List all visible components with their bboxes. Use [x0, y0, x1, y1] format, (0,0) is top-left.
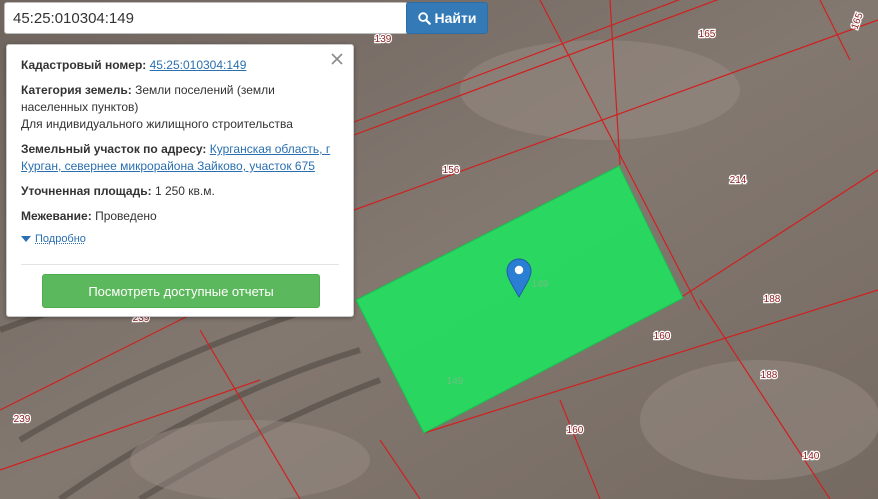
parcel-label-149: 149 — [532, 279, 549, 290]
parcel-label-160: 160 — [654, 331, 671, 342]
parcel-label-165: 165 — [699, 29, 716, 40]
parcel-label-188: 188 — [764, 294, 781, 305]
survey-value: Проведено — [95, 209, 157, 223]
triangle-down-icon — [21, 236, 31, 242]
permitted-use: Для индивидуального жилищного строительс… — [21, 117, 293, 131]
parcel-label-214: 214 — [730, 175, 747, 186]
parcel-label-160: 160 — [567, 425, 584, 436]
view-reports-button[interactable]: Посмотреть доступные отчеты — [42, 274, 320, 308]
land-category-value: Земли поселений (земли — [135, 83, 275, 97]
close-icon[interactable] — [329, 51, 345, 67]
land-category-row: Категория земель: Земли поселений (земли… — [21, 82, 339, 133]
parcel-label-239: 239 — [14, 414, 31, 425]
land-category-value-cont: населенных пунктов) — [21, 100, 139, 114]
area-label: Уточненная площадь: — [21, 184, 152, 198]
parcel-label-188: 188 — [761, 370, 778, 381]
address-link-cont[interactable]: Курган, севернее микрорайона Зайково, уч… — [21, 159, 315, 173]
details-toggle[interactable]: Подробно — [21, 233, 339, 245]
cadastral-number-row: Кадастровый номер: 45:25:010304:149 — [21, 57, 339, 74]
address-row: Земельный участок по адресу: Курганская … — [21, 141, 339, 175]
survey-label: Межевание: — [21, 209, 92, 223]
details-link[interactable]: Подробно — [35, 233, 86, 245]
cadastral-number-link[interactable]: 45:25:010304:149 — [150, 58, 247, 72]
cadastral-number-label: Кадастровый номер: — [21, 58, 147, 72]
survey-row: Межевание: Проведено — [21, 208, 339, 225]
search-button[interactable]: Найти — [406, 2, 488, 34]
popup-divider — [21, 264, 339, 265]
parcel-info-popup: Кадастровый номер: 45:25:010304:149 Кате… — [6, 44, 354, 317]
search-bar: Найти — [4, 2, 488, 36]
address-label: Земельный участок по адресу: — [21, 142, 207, 156]
address-link[interactable]: Курганская область, г — [210, 142, 330, 156]
parcel-label-156: 156 — [443, 165, 460, 176]
search-icon — [417, 11, 431, 25]
parcel-label-140: 140 — [803, 451, 820, 462]
parcel-label-149: 149 — [447, 376, 464, 387]
area-row: Уточненная площадь: 1 250 кв.м. — [21, 183, 339, 200]
search-button-label: Найти — [434, 10, 477, 26]
area-value: 1 250 кв.м. — [154, 184, 215, 198]
search-input[interactable] — [4, 2, 408, 34]
land-category-label: Категория земель: — [21, 83, 132, 97]
